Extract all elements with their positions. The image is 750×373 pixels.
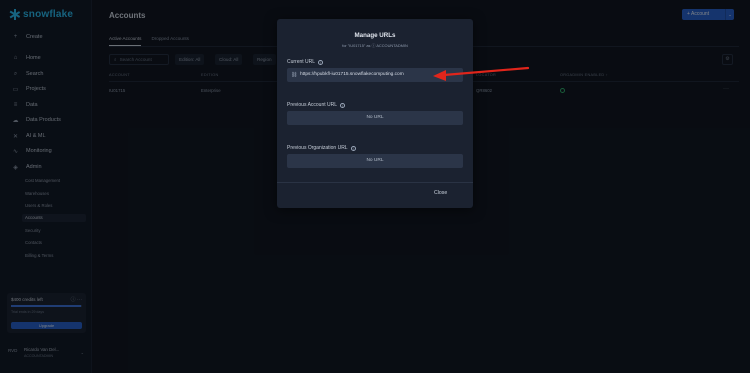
annotation-arrow-icon xyxy=(433,66,530,81)
